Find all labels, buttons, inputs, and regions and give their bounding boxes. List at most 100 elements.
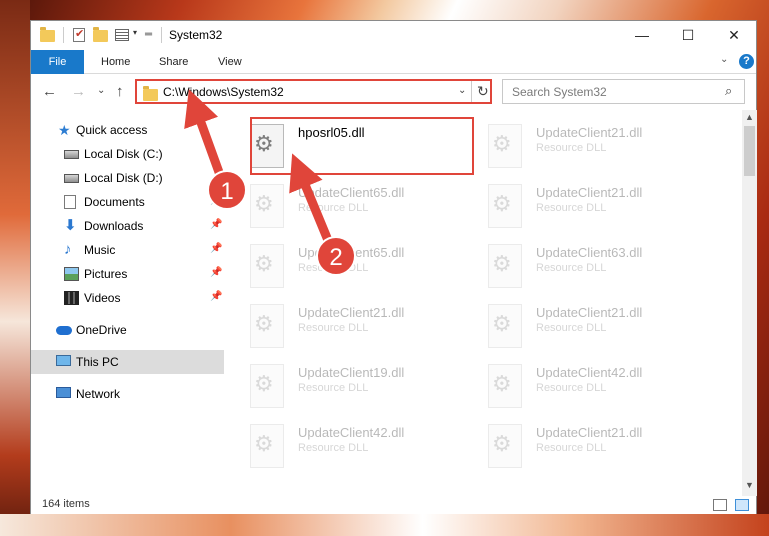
folder-icon	[143, 86, 158, 101]
file-name: UpdateClient21.dll	[536, 185, 643, 200]
dll-file-icon: ⚙	[250, 244, 284, 288]
title-bar: ▾ ═ System32 — ☐ ✕	[31, 21, 756, 50]
file-name: UpdateClient21.dll	[536, 425, 643, 440]
chevron-down-icon[interactable]: ▾	[133, 28, 137, 37]
recent-locations-icon[interactable]: ⌄	[97, 85, 105, 96]
address-row: ← → ⌄ ↑ C:\Windows\System32 ⌄ ↻ Search S…	[31, 75, 756, 109]
gear-icon: ⚙	[492, 251, 512, 276]
file-name: UpdateClient19.dll	[298, 365, 405, 380]
item-count: 164 items	[42, 498, 90, 510]
scroll-up-icon[interactable]: ▲	[745, 112, 754, 122]
file-item[interactable]: ⚙ UpdateClient21.dll Resource DLL	[228, 298, 458, 354]
file-type: Resource DLL	[298, 382, 369, 394]
file-item[interactable]: ⚙ UpdateClient42.dll Resource DLL	[228, 418, 458, 474]
file-type: Resource DLL	[536, 202, 607, 214]
new-folder-button[interactable]	[93, 27, 109, 43]
up-arrow-icon[interactable]: ↑	[116, 83, 124, 100]
tab-share[interactable]: Share	[159, 50, 188, 74]
nav-item-onedrive[interactable]: OneDrive	[31, 318, 224, 342]
file-item[interactable]: ⚙ UpdateClient63.dll Resource DLL	[466, 238, 696, 294]
details-view-icon[interactable]	[713, 499, 727, 511]
file-item[interactable]: ⚙ UpdateClient21.dll Resource DLL	[466, 418, 696, 474]
nav-item-pictures[interactable]: Pictures 📌	[31, 262, 224, 286]
pin-icon[interactable]: 📌	[210, 243, 222, 254]
file-item[interactable]: ⚙ UpdateClient21.dll Resource DLL	[466, 178, 696, 234]
nav-item-label: Videos	[84, 291, 121, 305]
customize-toolbar-icon[interactable]: ═	[145, 29, 152, 40]
file-item[interactable]: ⚙ UpdateClient21.dll Resource DLL	[466, 298, 696, 354]
help-icon[interactable]: ?	[739, 54, 754, 69]
nav-item-quick-access[interactable]: ★ Quick access	[31, 118, 224, 142]
refresh-icon[interactable]: ↻	[477, 83, 489, 100]
pin-icon[interactable]: 📌	[210, 219, 222, 230]
status-bar: 164 items	[31, 496, 756, 514]
address-dropdown-icon[interactable]: ⌄	[458, 85, 466, 96]
tab-view[interactable]: View	[218, 50, 242, 74]
nav-item-music[interactable]: ♪ Music 📌	[31, 238, 224, 262]
download-icon: ⬇	[64, 217, 77, 234]
file-name: UpdateClient21.dll	[298, 305, 405, 320]
nav-item-videos[interactable]: Videos 📌	[31, 286, 224, 310]
nav-item-label: Quick access	[76, 123, 148, 137]
nav-item-downloads[interactable]: ⬇ Downloads 📌	[31, 214, 224, 238]
address-bar[interactable]: C:\Windows\System32 ⌄ ↻	[135, 79, 492, 104]
file-item[interactable]: ⚙ UpdateClient21.dll Resource DLL	[466, 118, 696, 174]
minimize-button[interactable]: —	[619, 21, 665, 50]
nav-item-local-disk-d[interactable]: Local Disk (D:)	[31, 166, 224, 190]
file-item[interactable]: ⚙ UpdateClient19.dll Resource DLL	[228, 358, 458, 414]
documents-icon	[64, 195, 76, 209]
properties-check-button[interactable]	[73, 27, 87, 43]
new-folder-icon	[93, 27, 108, 42]
properties-icon	[115, 29, 129, 41]
computer-icon	[56, 355, 71, 366]
search-input[interactable]: Search System32	[512, 85, 607, 99]
nav-item-documents[interactable]: Documents 📌	[31, 190, 224, 214]
address-path[interactable]: C:\Windows\System32	[163, 85, 284, 99]
nav-item-local-disk-c[interactable]: Local Disk (C:)	[31, 142, 224, 166]
checkmark-icon	[73, 27, 85, 42]
back-arrow-icon[interactable]: ←	[42, 83, 57, 100]
file-highlight-box	[250, 117, 474, 175]
ribbon-tabs: File Home Share View ⌄ ?	[31, 50, 756, 74]
file-type: Resource DLL	[536, 142, 607, 154]
file-name: UpdateClient63.dll	[536, 245, 643, 260]
tab-home[interactable]: Home	[101, 50, 130, 74]
desktop-background-left	[0, 0, 30, 536]
nav-item-label: This PC	[76, 355, 119, 369]
nav-item-this-pc[interactable]: This PC	[31, 350, 224, 374]
pin-icon[interactable]: 📌	[210, 267, 222, 278]
file-item[interactable]: ⚙ UpdateClient42.dll Resource DLL	[466, 358, 696, 414]
close-button[interactable]: ✕	[711, 21, 757, 50]
search-box[interactable]: Search System32 ⌕	[502, 79, 745, 104]
file-type: Resource DLL	[536, 382, 607, 394]
file-type: Resource DLL	[536, 322, 607, 334]
scroll-thumb[interactable]	[744, 126, 755, 176]
expand-ribbon-icon[interactable]: ⌄	[720, 54, 728, 65]
nav-item-label: Local Disk (C:)	[84, 147, 163, 161]
desktop-background-bottom	[0, 514, 769, 536]
file-name: UpdateClient42.dll	[536, 365, 643, 380]
nav-item-label: Local Disk (D:)	[84, 171, 163, 185]
address-divider	[471, 81, 472, 102]
dll-file-icon: ⚙	[488, 124, 522, 168]
dll-file-icon: ⚙	[250, 424, 284, 468]
file-item[interactable]: ⚙ UpdateClient65.dll Resource DLL	[228, 178, 458, 234]
tab-file[interactable]: File	[31, 50, 84, 74]
folder-icon[interactable]	[40, 27, 55, 42]
toolbar-divider	[63, 27, 64, 43]
nav-item-label: OneDrive	[76, 323, 127, 337]
file-type: Resource DLL	[298, 322, 369, 334]
network-icon	[56, 387, 71, 398]
scroll-down-icon[interactable]: ▼	[745, 480, 754, 490]
maximize-button[interactable]: ☐	[665, 21, 711, 50]
forward-arrow-icon[interactable]: →	[71, 83, 86, 100]
gear-icon: ⚙	[492, 311, 512, 336]
pin-icon[interactable]: 📌	[210, 291, 222, 302]
toolbar-divider	[161, 27, 162, 43]
vertical-scrollbar[interactable]: ▲ ▼	[742, 110, 757, 496]
disk-icon	[64, 174, 79, 183]
nav-item-network[interactable]: Network	[31, 382, 224, 406]
gear-icon: ⚙	[254, 311, 274, 336]
search-icon[interactable]: ⌕	[725, 83, 732, 99]
tiles-view-icon[interactable]	[735, 499, 749, 511]
